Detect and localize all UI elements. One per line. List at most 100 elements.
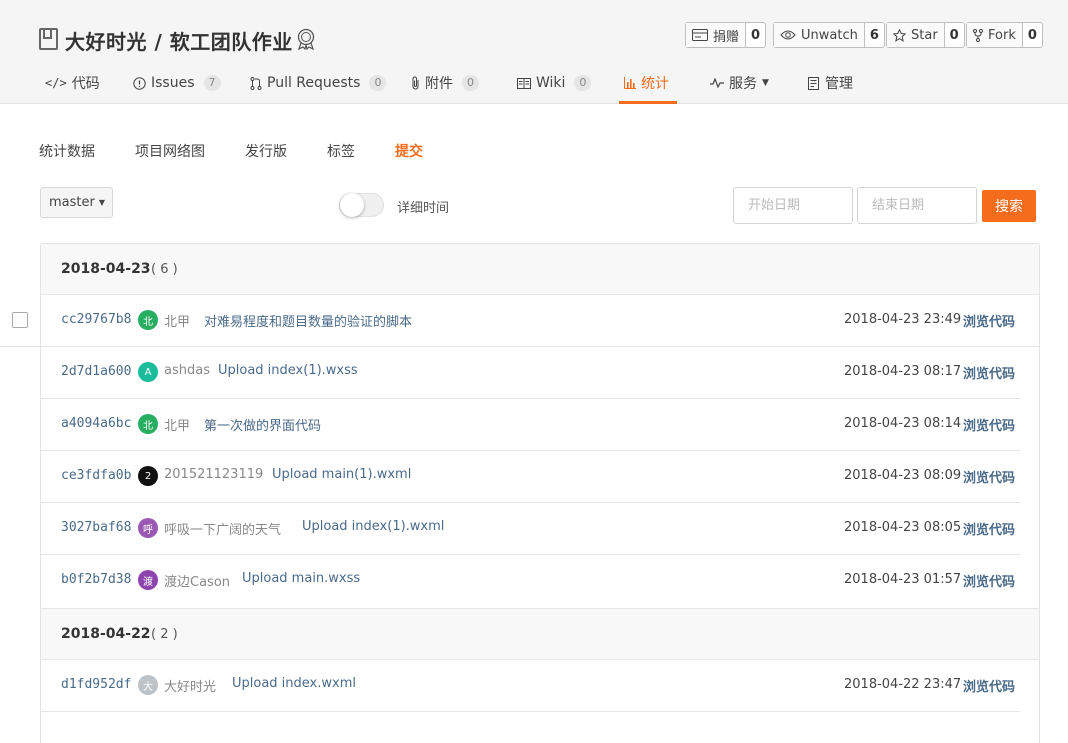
subnav-commits[interactable]: 提交	[395, 141, 423, 161]
pulse-icon	[710, 78, 724, 88]
repo-header: 大好时光 / 软工团队作业 捐赠 0 Unwatch 6 Star 0 Fork…	[0, 0, 1068, 104]
tab-badge: 0	[369, 75, 387, 91]
caret-down-icon: ▼	[98, 198, 105, 207]
browse-code-link[interactable]: 浏览代码	[963, 676, 1015, 695]
commit-sha[interactable]: b0f2b7d38	[61, 572, 131, 587]
commit-sha[interactable]: a4094a6bc	[61, 416, 131, 431]
avatar[interactable]: 大	[138, 675, 158, 695]
fork-label: Fork	[988, 27, 1016, 43]
tab-issues[interactable]: Issues 7	[133, 72, 221, 94]
commit-row: d1fd952df 大 大好时光 Upload index.wxml 2018-…	[41, 660, 1020, 712]
avatar[interactable]: 呼	[138, 518, 158, 538]
subnav-releases[interactable]: 发行版	[245, 141, 287, 161]
commit-author[interactable]: 201521123119	[164, 467, 263, 482]
tab-wiki[interactable]: Wiki 0	[517, 72, 592, 94]
commit-sha[interactable]: cc29767b8	[61, 312, 131, 327]
browse-code-link[interactable]: 浏览代码	[963, 519, 1015, 538]
detail-time-label: 详细时间	[397, 201, 450, 216]
commit-author[interactable]: ashdas	[164, 363, 210, 378]
detail-time-toggle[interactable]	[339, 193, 384, 217]
gvp-badge-icon[interactable]	[296, 28, 316, 50]
donate-count: 0	[751, 27, 761, 43]
search-button[interactable]: 搜索	[982, 190, 1036, 222]
branch-label: master	[49, 195, 95, 210]
commit-sha[interactable]: d1fd952df	[61, 677, 131, 692]
tab-manage[interactable]: 管理	[808, 72, 853, 94]
avatar[interactable]: 北	[138, 310, 158, 330]
row-select-checkbox[interactable]	[12, 312, 28, 328]
attachment-icon	[412, 76, 419, 90]
subnav-stats-data[interactable]: 统计数据	[39, 141, 95, 161]
tab-badge: 0	[462, 75, 479, 91]
commit-message[interactable]: 对难易程度和题目数量的验证的脚本	[204, 311, 412, 330]
commit-time: 2018-04-22 23:47	[844, 677, 962, 692]
commit-sha[interactable]: ce3fdfa0b	[61, 468, 131, 483]
tab-label: 附件	[425, 76, 453, 92]
tab-statistics[interactable]: 统计	[624, 72, 669, 94]
commit-row: b0f2b7d38 渡 渡边Cason Upload main.wxss 201…	[41, 555, 1020, 607]
fork-button[interactable]: Fork 0	[966, 22, 1043, 48]
pull-request-icon	[250, 76, 262, 90]
browse-code-link[interactable]: 浏览代码	[963, 571, 1015, 590]
browse-code-link[interactable]: 浏览代码	[963, 311, 1015, 330]
tab-label: Pull Requests	[267, 75, 361, 91]
star-count: 0	[949, 27, 959, 43]
tab-pull-requests[interactable]: Pull Requests 0	[250, 72, 387, 94]
unwatch-button[interactable]: Unwatch 6	[773, 22, 885, 48]
avatar[interactable]: A	[138, 362, 158, 382]
subnav-network-graph[interactable]: 项目网络图	[135, 141, 205, 161]
eye-icon	[780, 30, 796, 40]
group-count: ( 6 )	[151, 262, 178, 277]
commit-list: 2018-04-23 ( 6 ) cc29767b8 北 北甲 对难易程度和题目…	[40, 243, 1040, 743]
commit-row: cc29767b8 北 北甲 对难易程度和题目数量的验证的脚本 2018-04-…	[41, 295, 1039, 347]
commit-time: 2018-04-23 08:14	[844, 416, 962, 431]
commit-author[interactable]: 北甲	[164, 415, 190, 434]
avatar[interactable]: 2	[138, 466, 158, 486]
row-divider	[0, 346, 40, 347]
code-icon: </>	[45, 76, 67, 90]
donate-button[interactable]: 捐赠 0	[685, 22, 767, 48]
commit-message[interactable]: Upload index.wxml	[232, 676, 356, 691]
tab-label: 代码	[71, 76, 100, 92]
subnav-tags[interactable]: 标签	[327, 141, 355, 161]
commit-message[interactable]: Upload main.wxss	[242, 571, 360, 586]
star-icon	[893, 28, 906, 42]
tab-label: 统计	[641, 76, 669, 92]
tab-code[interactable]: </> 代码	[45, 72, 100, 94]
branch-select[interactable]: master ▼	[40, 187, 113, 218]
avatar[interactable]: 渡	[138, 570, 158, 590]
commit-row: 2d7d1a600 A ashdas Upload index(1).wxss …	[41, 347, 1020, 399]
end-date-input[interactable]	[857, 187, 977, 224]
browse-code-link[interactable]: 浏览代码	[963, 415, 1015, 434]
commit-sha[interactable]: 3027baf68	[61, 520, 131, 535]
toggle-knob	[340, 193, 364, 217]
commit-message[interactable]: Upload main(1).wxml	[272, 467, 411, 482]
repo-title[interactable]: 大好时光 / 软工团队作业	[65, 26, 293, 55]
commit-author[interactable]: 北甲	[164, 311, 190, 330]
date-group-header: 2018-04-22 ( 2 )	[41, 608, 1039, 660]
commit-sha[interactable]: 2d7d1a600	[61, 364, 131, 379]
star-label: Star	[911, 27, 938, 43]
star-button[interactable]: Star 0	[886, 22, 965, 48]
tab-attachments[interactable]: 附件 0	[411, 72, 479, 94]
start-date-input[interactable]	[733, 187, 853, 224]
browse-code-link[interactable]: 浏览代码	[963, 363, 1015, 382]
commit-message[interactable]: Upload index(1).wxss	[218, 363, 358, 378]
tab-badge: 0	[574, 75, 592, 91]
commit-author[interactable]: 渡边Cason	[164, 571, 230, 590]
fork-count: 0	[1027, 27, 1037, 43]
tab-label: 管理	[825, 76, 853, 92]
avatar[interactable]: 北	[138, 414, 158, 434]
commit-message[interactable]: Upload index(1).wxml	[302, 519, 444, 534]
browse-code-link[interactable]: 浏览代码	[963, 467, 1015, 486]
commit-time: 2018-04-23 01:57	[844, 572, 962, 587]
active-tab-indicator	[619, 101, 677, 104]
manage-icon	[808, 76, 819, 90]
commit-time: 2018-04-23 08:09	[844, 468, 962, 483]
tab-badge: 7	[203, 75, 221, 91]
tab-services[interactable]: 服务 ▼	[710, 72, 769, 94]
commit-message[interactable]: 第一次做的界面代码	[204, 415, 321, 434]
commit-author[interactable]: 呼吸一下广阔的天气	[164, 519, 281, 538]
commit-time: 2018-04-23 08:17	[844, 364, 962, 379]
commit-author[interactable]: 大好时光	[164, 676, 216, 695]
